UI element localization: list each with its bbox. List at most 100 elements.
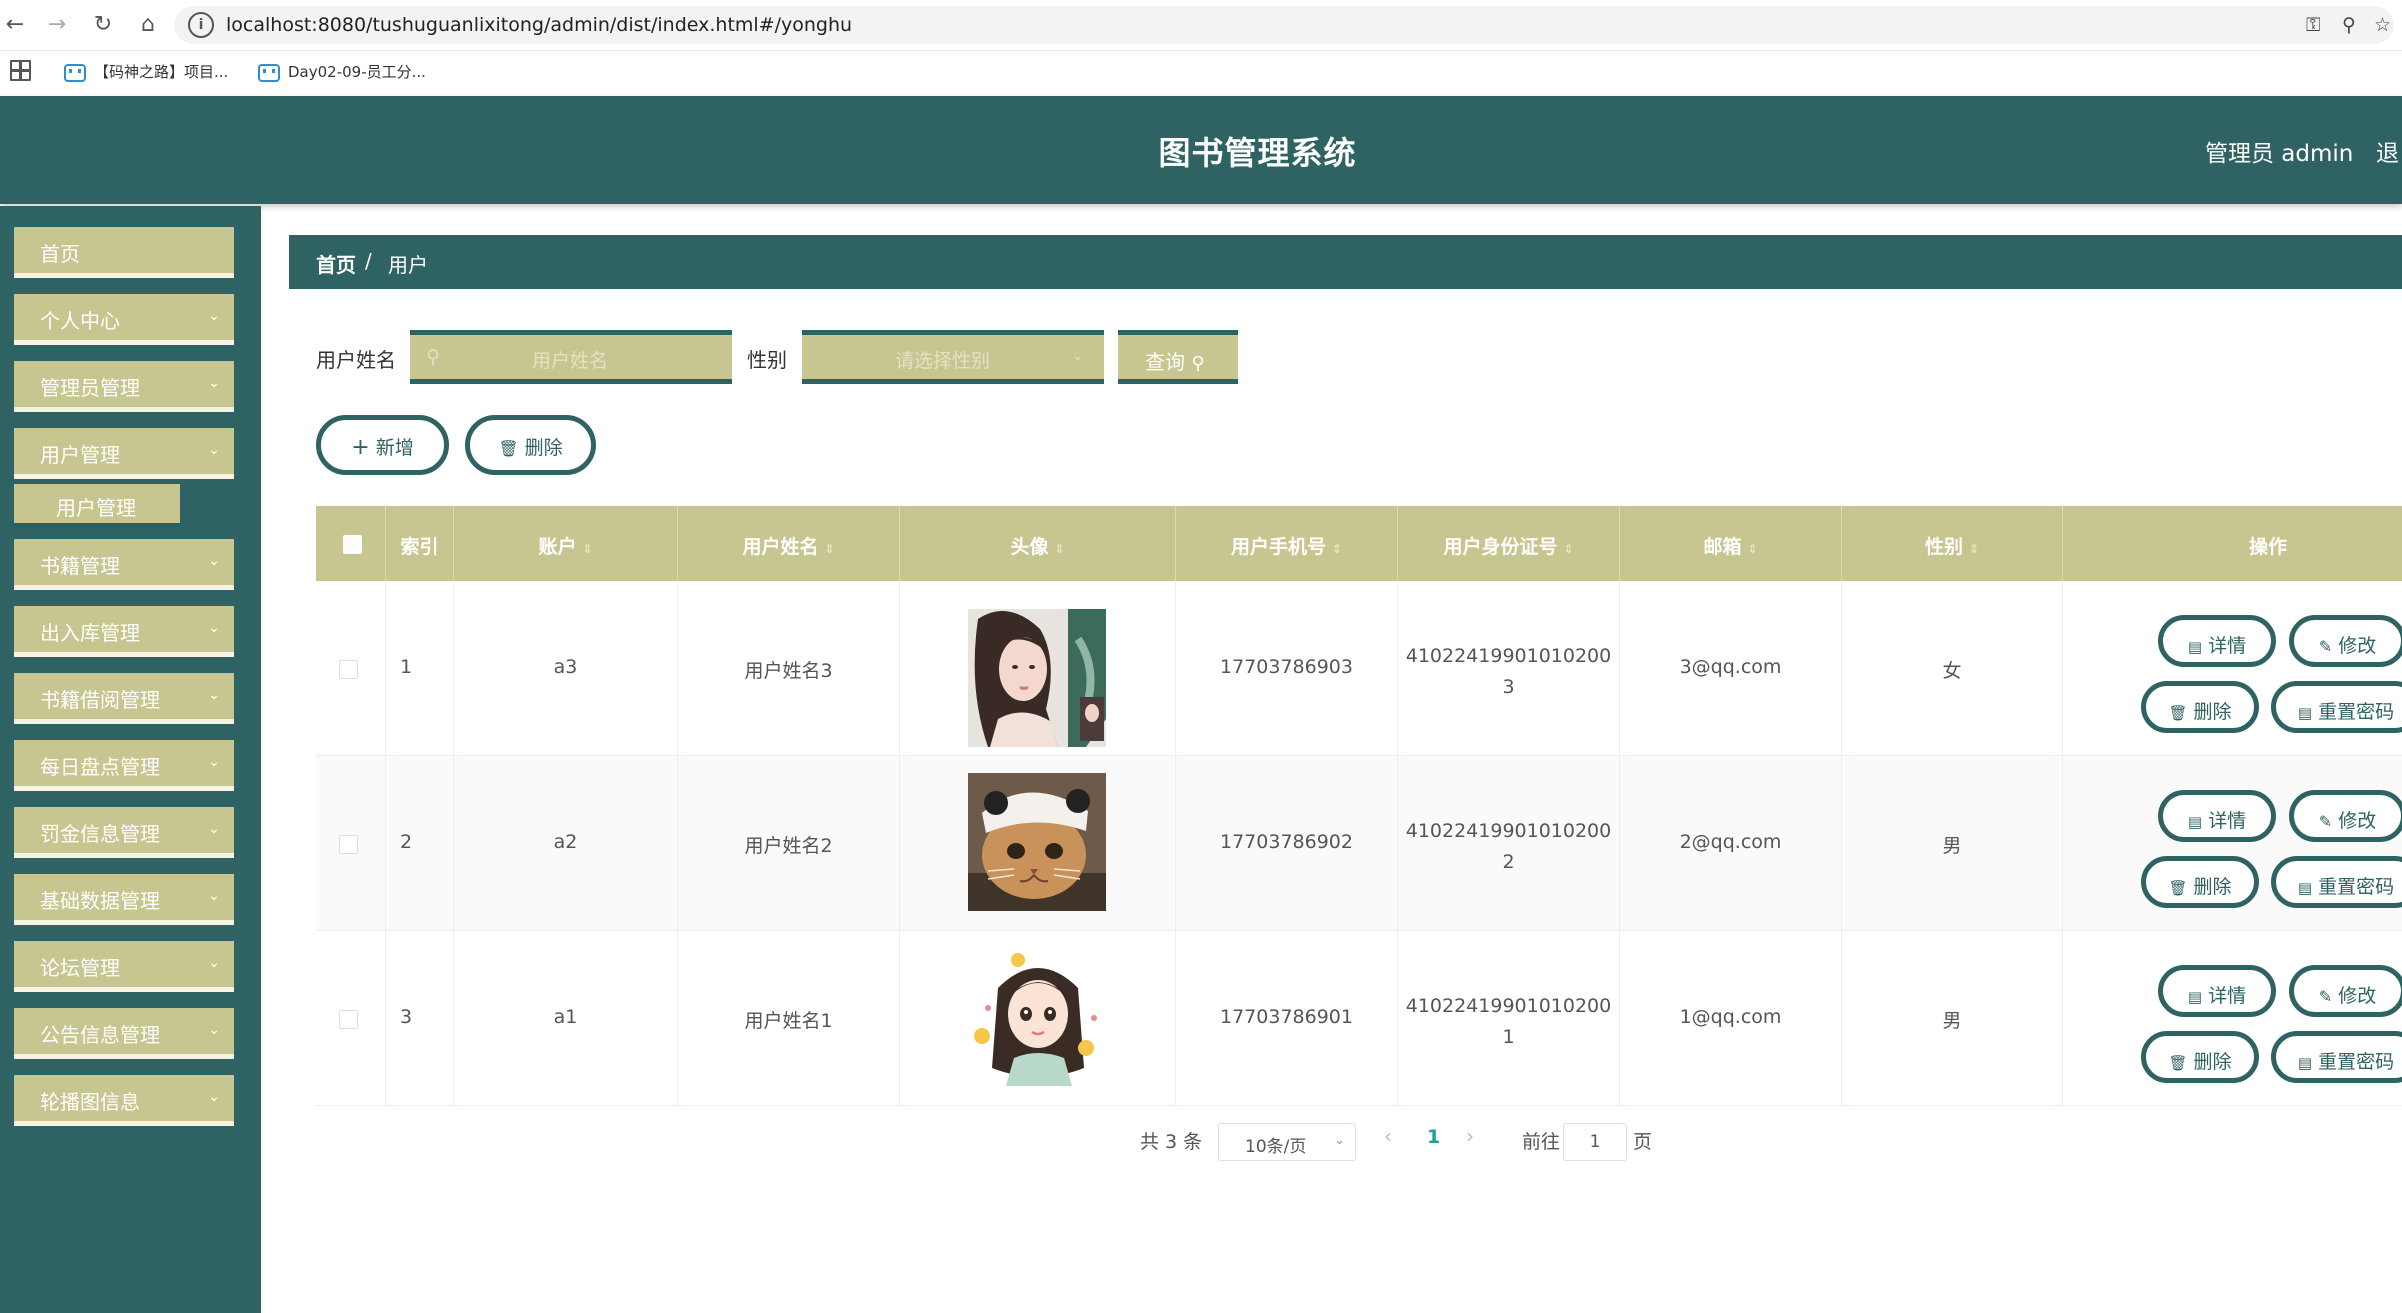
detail-button[interactable]: ▤ 详情 xyxy=(2158,615,2276,667)
header-idcard[interactable]: 用户身份证号 ⇕ xyxy=(1398,506,1620,581)
avatar[interactable] xyxy=(968,773,1106,911)
address-bar[interactable]: i localhost:8080/tushuguanlixitong/admin… xyxy=(174,6,2394,44)
forward-icon[interactable]: → xyxy=(42,10,72,40)
sidebar-item-fine-management[interactable]: 罚金信息管理 ⌄ xyxy=(14,807,234,858)
header-index: 索引 xyxy=(386,506,454,581)
sort-icon: ⇕ xyxy=(1968,542,1980,556)
bookmark-item[interactable]: 【码神之路】项目... xyxy=(64,61,228,85)
reset-password-button[interactable]: ▤ 重置密码 xyxy=(2271,856,2402,908)
document-icon: ▤ xyxy=(2297,704,2313,722)
sidebar-item-label: 公告信息管理 xyxy=(40,1023,160,1047)
header-email[interactable]: 邮箱 ⇕ xyxy=(1620,506,1842,581)
chevron-down-icon: ⌄ xyxy=(208,553,220,569)
password-key-icon[interactable]: ⚿ xyxy=(2306,14,2320,36)
delete-button[interactable]: 🗑 删除 xyxy=(2141,1031,2259,1083)
detail-button[interactable]: ▤ 详情 xyxy=(2158,790,2276,842)
sidebar-item-basic-data[interactable]: 基础数据管理 ⌄ xyxy=(14,874,234,925)
sort-icon: ⇕ xyxy=(1747,542,1758,556)
url-text[interactable]: localhost:8080/tushuguanlixitong/admin/d… xyxy=(226,14,852,36)
header-ops: 操作 xyxy=(2248,536,2287,558)
sidebar-item-admin-management[interactable]: 管理员管理 ⌄ xyxy=(14,361,234,412)
sidebar-subitem-label: 用户管理 xyxy=(56,496,136,520)
trash-icon: 🗑 xyxy=(2168,704,2188,722)
batch-delete-button[interactable]: 🗑 删除 xyxy=(465,415,596,475)
sidebar-item-daily-inventory[interactable]: 每日盘点管理 ⌄ xyxy=(14,740,234,791)
sidebar-item-carousel[interactable]: 轮播图信息 ⌄ xyxy=(14,1075,234,1126)
chevron-down-icon: ⌄ xyxy=(1334,1133,1345,1148)
cell-email: 1@qq.com xyxy=(1679,1006,1782,1028)
cell-email: 3@qq.com xyxy=(1679,656,1782,678)
cell-index: 2 xyxy=(400,831,413,853)
name-search-label: 用户姓名 xyxy=(316,348,396,372)
page-size-select[interactable]: 10条/页 ⌄ xyxy=(1218,1123,1356,1161)
next-page-icon[interactable]: › xyxy=(1466,1124,1474,1148)
row-checkbox[interactable] xyxy=(339,1010,358,1029)
goto-page-input[interactable] xyxy=(1563,1123,1627,1161)
sidebar-item-book-management[interactable]: 书籍管理 ⌄ xyxy=(14,539,234,590)
sidebar-item-personal-center[interactable]: 个人中心 ⌄ xyxy=(14,294,234,345)
bookmark-item[interactable]: Day02-09-员工分... xyxy=(258,61,426,85)
home-icon[interactable]: ⌂ xyxy=(133,10,163,40)
select-all-checkbox[interactable] xyxy=(343,535,362,554)
sidebar-item-notice-management[interactable]: 公告信息管理 ⌄ xyxy=(14,1008,234,1059)
bookmark-star-icon[interactable]: ☆ xyxy=(2374,14,2391,36)
sidebar-item-forum-management[interactable]: 论坛管理 ⌄ xyxy=(14,941,234,992)
sidebar-item-home[interactable]: 首页 xyxy=(14,227,234,278)
cell-name: 用户姓名1 xyxy=(744,1010,833,1032)
query-button-label: 查询 ⚲ xyxy=(1145,350,1205,374)
header-phone[interactable]: 用户手机号 ⇕ xyxy=(1176,506,1398,581)
edit-icon: ✎ xyxy=(2318,812,2333,831)
document-icon: ▤ xyxy=(2187,638,2203,656)
header-name[interactable]: 用户姓名 ⇕ xyxy=(678,506,900,581)
reset-password-button[interactable]: ▤ 重置密码 xyxy=(2271,681,2402,733)
edit-button[interactable]: ✎ 修改 xyxy=(2289,615,2402,667)
gender-search-label: 性别 xyxy=(747,348,787,372)
reset-password-button[interactable]: ▤ 重置密码 xyxy=(2271,1031,2402,1083)
trash-icon: 🗑 xyxy=(2168,1054,2188,1072)
add-button[interactable]: + 新增 xyxy=(316,415,449,475)
edit-button[interactable]: ✎ 修改 xyxy=(2289,965,2402,1017)
sidebar-subitem-user-management[interactable]: 用户管理 xyxy=(14,484,180,527)
page-number-current[interactable]: 1 xyxy=(1427,1126,1440,1148)
delete-button[interactable]: 🗑 删除 xyxy=(2141,856,2259,908)
bilibili-icon xyxy=(64,63,86,82)
sidebar-item-user-management[interactable]: 用户管理 ⌄ xyxy=(14,428,234,479)
sidebar-item-stock-management[interactable]: 出入库管理 ⌄ xyxy=(14,606,234,657)
chevron-down-icon: ⌄ xyxy=(208,1089,220,1105)
admin-user-label: 管理员 admin xyxy=(2205,141,2354,167)
avatar[interactable] xyxy=(968,948,1106,1086)
sidebar-item-borrow-management[interactable]: 书籍借阅管理 ⌄ xyxy=(14,673,234,724)
site-info-icon[interactable]: i xyxy=(188,12,214,38)
document-icon: ▤ xyxy=(2297,1054,2313,1072)
sort-icon: ⇕ xyxy=(1331,542,1343,556)
back-icon[interactable]: ← xyxy=(0,10,30,40)
header-gender[interactable]: 性别 ⇕ xyxy=(1842,506,2063,581)
logout-link[interactable]: 退 xyxy=(2376,134,2399,168)
reload-icon[interactable]: ↻ xyxy=(88,10,118,40)
avatar[interactable] xyxy=(968,609,1106,747)
name-search-input[interactable]: ⚲ 用户姓名 xyxy=(410,330,732,384)
header-account[interactable]: 账户 ⇕ xyxy=(454,506,678,581)
sidebar: 首页 个人中心 ⌄ 管理员管理 ⌄ 用户管理 ⌄ 用户管理 书籍管理 ⌄ 出入库… xyxy=(0,206,261,1313)
apps-icon[interactable] xyxy=(10,60,31,81)
sidebar-item-label: 用户管理 xyxy=(40,443,120,467)
prev-page-icon[interactable]: ‹ xyxy=(1384,1124,1392,1148)
cell-account: a2 xyxy=(553,831,578,853)
edit-icon: ✎ xyxy=(2318,987,2333,1006)
edit-button[interactable]: ✎ 修改 xyxy=(2289,790,2402,842)
row-checkbox[interactable] xyxy=(339,835,358,854)
cell-idcard: 41022419901010200 1 xyxy=(1405,995,1612,1048)
delete-button[interactable]: 🗑 删除 xyxy=(2141,681,2259,733)
breadcrumb-home[interactable]: 首页 xyxy=(316,249,356,278)
detail-button[interactable]: ▤ 详情 xyxy=(2158,965,2276,1017)
document-icon: ▤ xyxy=(2297,879,2313,897)
gender-select[interactable]: 请选择性别 ⌄ xyxy=(802,330,1104,384)
zoom-icon[interactable]: ⚲ xyxy=(2342,14,2356,36)
row-checkbox[interactable] xyxy=(339,660,358,679)
cell-name: 用户姓名2 xyxy=(744,835,833,857)
header-avatar[interactable]: 头像 ⇕ xyxy=(900,506,1176,581)
query-button[interactable]: 查询 ⚲ xyxy=(1118,330,1238,384)
chevron-down-icon: ⌄ xyxy=(208,442,220,458)
sidebar-item-label: 轮播图信息 xyxy=(40,1090,140,1114)
sidebar-item-label: 书籍借阅管理 xyxy=(40,688,160,712)
